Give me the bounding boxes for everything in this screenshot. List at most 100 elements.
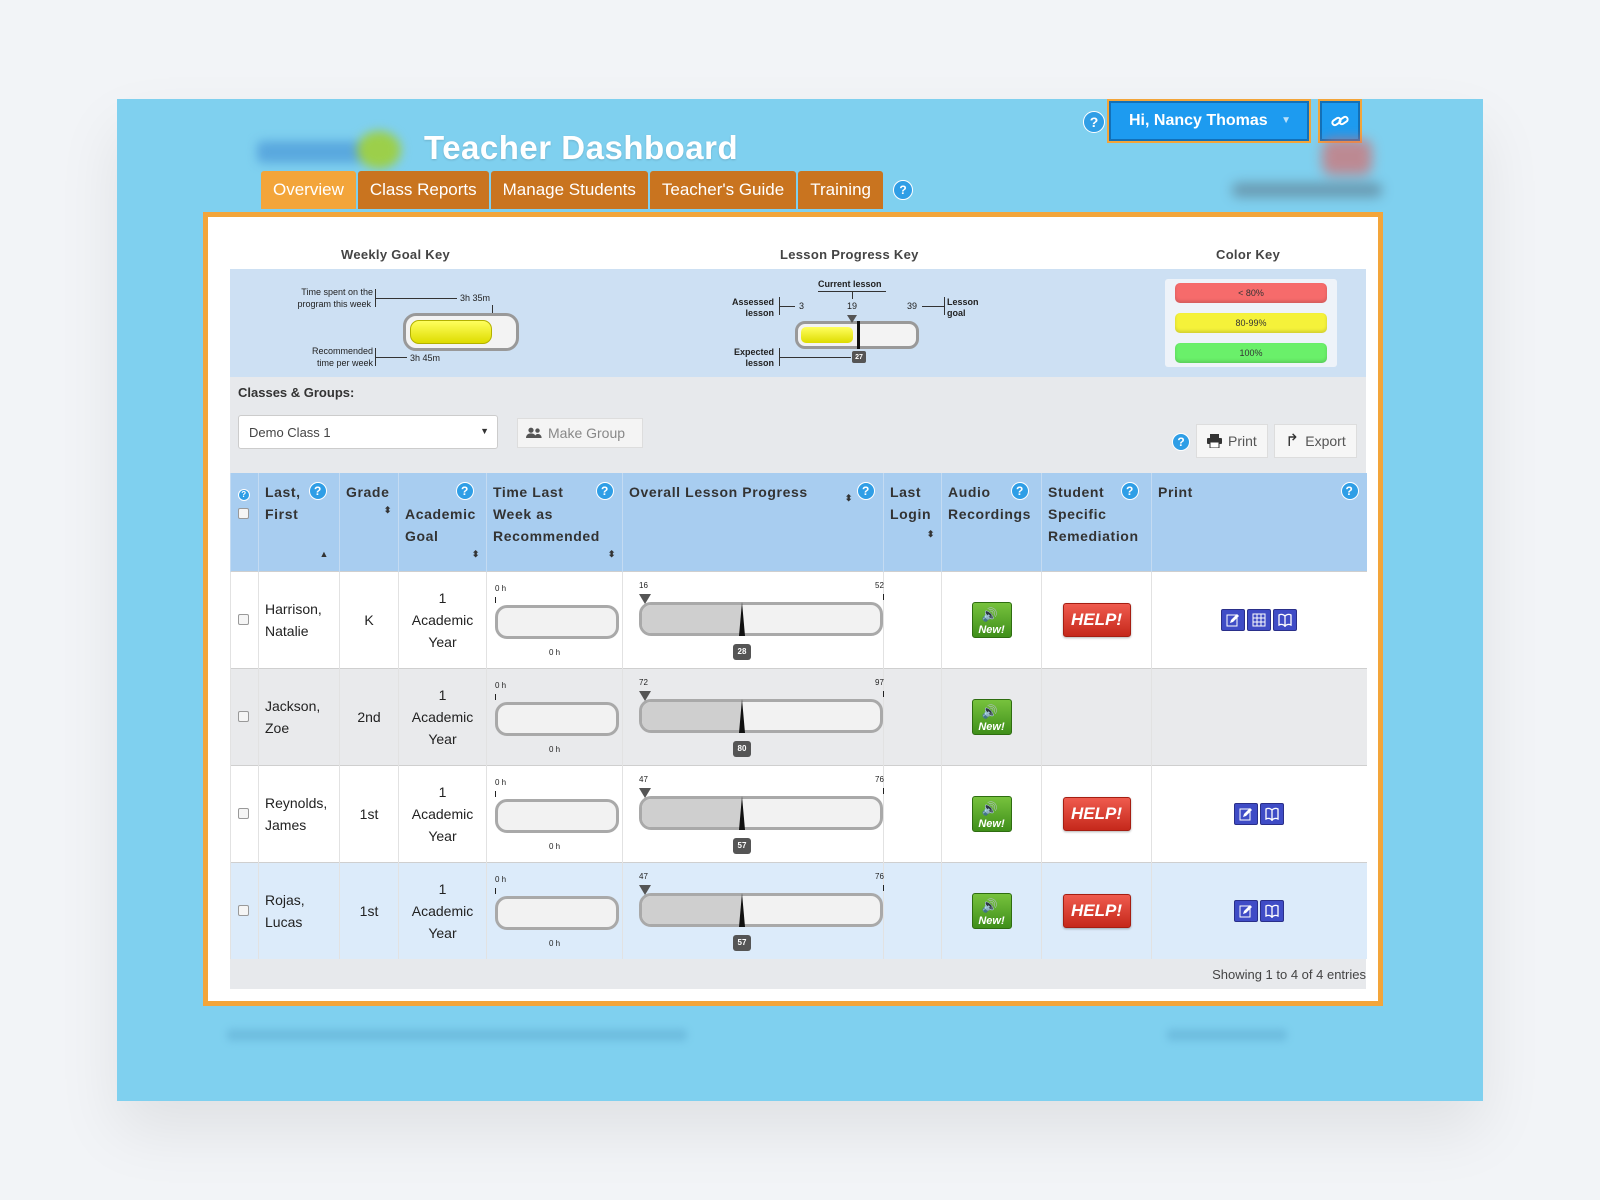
overview-panel: Weekly Goal Key Lesson Progress Key Colo… <box>203 212 1383 1006</box>
help-icon[interactable]: ? <box>893 180 913 200</box>
edit-icon[interactable] <box>1221 608 1246 631</box>
chevron-down-icon: ▼ <box>480 426 489 436</box>
help-remediation-button[interactable]: HELP! <box>1062 796 1131 831</box>
goal-label-2: goal <box>947 308 966 318</box>
weekly-time-bar <box>495 798 619 833</box>
weekly-time-bar <box>495 895 619 930</box>
grade-column-header[interactable]: Grade ⬍ <box>339 473 399 571</box>
help-icon[interactable]: ? <box>1121 482 1139 500</box>
student-name[interactable]: Rojas, Lucas <box>258 861 340 959</box>
row-select-cell <box>230 764 259 862</box>
app-frame: Teacher Dashboard ? Hi, Nancy Thomas ▼ O… <box>117 99 1483 1101</box>
table-row: Jackson, Zoe 2nd 1 Academic Year 0 h 0 h 72… <box>230 667 1367 765</box>
row-checkbox[interactable] <box>238 613 249 625</box>
current-lesson-needle <box>738 795 745 830</box>
table-row: Harrison, Natalie K 1 Academic Year 0 h 0 h… <box>230 570 1367 668</box>
student-name[interactable]: Harrison, Natalie <box>258 570 340 668</box>
time-top-label: 0 h <box>495 680 507 690</box>
book-icon[interactable] <box>1260 802 1285 825</box>
academic-goal: 1 Academic Year <box>398 861 487 959</box>
color-key: < 80% 80-99% 100% <box>1165 279 1337 367</box>
select-all-checkbox[interactable] <box>238 508 249 519</box>
book-icon[interactable] <box>1260 899 1285 922</box>
tab-class-reports[interactable]: Class Reports <box>357 171 489 209</box>
class-select[interactable]: Demo Class 1 ▼ <box>238 415 498 449</box>
audio-recording-icon[interactable]: 🔊 New! <box>971 601 1012 638</box>
class-controls: Classes & Groups: Demo Class 1 ▼ Make Gr… <box>230 377 1366 473</box>
student-grade: 2nd <box>339 667 399 765</box>
grid-icon[interactable] <box>1247 608 1272 631</box>
help-icon[interactable]: ? <box>309 482 327 500</box>
audio-column-header: Audio Recordings? <box>941 473 1042 571</box>
row-checkbox[interactable] <box>238 904 249 916</box>
audio-cell: 🔊 New! <box>941 764 1042 862</box>
sort-icon: ⬍ <box>383 504 392 515</box>
assessed-lesson: 47 <box>639 871 648 881</box>
edit-icon[interactable] <box>1234 802 1259 825</box>
help-remediation-button[interactable]: HELP! <box>1062 602 1131 637</box>
make-group-label: Make Group <box>548 425 626 441</box>
help-icon[interactable]: ? <box>456 482 474 500</box>
time-column-header[interactable]: Time Last Week as Recommended? ⬍ <box>486 473 623 571</box>
student-grade: 1st <box>339 764 399 862</box>
lesson-progress-cell: 47 76 57 <box>622 861 884 959</box>
row-checkbox[interactable] <box>238 807 249 819</box>
tab-teachers-guide[interactable]: Teacher's Guide <box>649 171 797 209</box>
last-login-column-header[interactable]: Last Login ⬍ <box>883 473 942 571</box>
help-icon[interactable]: ? <box>1083 111 1105 133</box>
goal-value: 39 <box>907 301 918 311</box>
link-button[interactable] <box>1320 101 1360 141</box>
row-select-cell <box>230 570 259 668</box>
table-body: Harrison, Natalie K 1 Academic Year 0 h 0 h… <box>230 570 1367 959</box>
goal-column-header[interactable]: Academic Goal? ⬍ <box>398 473 487 571</box>
tab-manage-students[interactable]: Manage Students <box>490 171 648 209</box>
export-button[interactable]: ↱ Export <box>1274 424 1357 458</box>
lesson-progress-cell: 47 76 57 <box>622 764 884 862</box>
tab-training[interactable]: Training <box>798 171 883 209</box>
progress-column-header[interactable]: Overall Lesson Progress? ⬍ <box>622 473 884 571</box>
help-icon[interactable]: ? <box>1172 433 1190 451</box>
help-icon[interactable]: ? <box>238 489 250 501</box>
classes-groups-label: Classes & Groups: <box>238 385 355 400</box>
time-top-label: 0 h <box>495 874 507 884</box>
academic-goal: 1 Academic Year <box>398 764 487 862</box>
current-lesson-needle <box>738 601 745 636</box>
help-icon[interactable]: ? <box>596 482 614 500</box>
edit-icon[interactable] <box>1234 899 1259 922</box>
user-menu-button[interactable]: Hi, Nancy Thomas ▼ <box>1109 101 1309 141</box>
expected-label: Expected <box>733 347 774 357</box>
help-icon[interactable]: ? <box>1340 482 1359 500</box>
audio-recording-icon[interactable]: 🔊 New! <box>971 795 1012 832</box>
book-icon[interactable] <box>1273 608 1298 631</box>
audio-recording-icon[interactable]: 🔊 New! <box>971 698 1012 735</box>
table-header-row: ? Last, First? ▲ Grade ⬍ Academic Goal? ⬍ T… <box>230 473 1367 571</box>
name-column-header[interactable]: Last, First? ▲ <box>258 473 340 571</box>
help-remediation-button[interactable]: HELP! <box>1062 893 1131 928</box>
make-group-button[interactable]: Make Group <box>517 418 643 448</box>
expected-lesson-badge: 57 <box>732 837 751 854</box>
remediation-cell <box>1041 667 1152 765</box>
main-tabs: Overview Class Reports Manage Students T… <box>261 171 913 209</box>
print-button[interactable]: Print <box>1196 424 1268 458</box>
student-name[interactable]: Reynolds, James <box>258 764 340 862</box>
time-bottom-label: 0 h <box>549 744 561 754</box>
recommended-label: Recommended <box>311 346 373 356</box>
lesson-progress-cell: 72 97 80 <box>622 667 884 765</box>
row-checkbox[interactable] <box>238 710 249 722</box>
time-last-week-cell: 0 h 0 h <box>486 667 623 765</box>
current-lesson-needle <box>738 698 745 733</box>
last-login-cell <box>883 570 942 668</box>
expected-value: 27 <box>852 351 866 363</box>
help-icon[interactable]: ? <box>1011 482 1029 500</box>
table-footer: Showing 1 to 4 of 4 entries <box>230 959 1366 989</box>
select-all-header: ? <box>230 473 259 571</box>
current-lesson-needle <box>738 892 745 927</box>
tab-overview[interactable]: Overview <box>261 171 356 209</box>
weekly-time-bar <box>495 604 619 639</box>
students-table: ? Last, First? ▲ Grade ⬍ Academic Goal? ⬍ T… <box>230 473 1367 959</box>
audio-recording-icon[interactable]: 🔊 New! <box>971 892 1012 929</box>
help-icon[interactable]: ? <box>857 482 875 500</box>
student-name[interactable]: Jackson, Zoe <box>258 667 340 765</box>
users-icon <box>526 427 542 438</box>
print-cell <box>1151 861 1367 959</box>
